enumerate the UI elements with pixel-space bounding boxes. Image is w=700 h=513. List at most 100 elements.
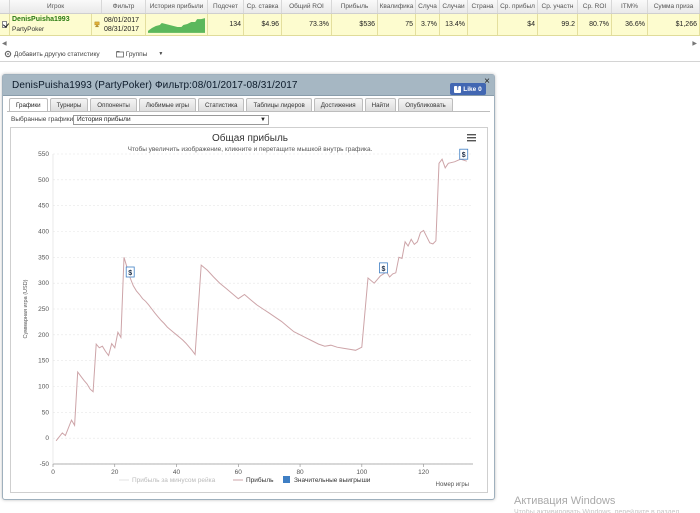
header-player[interactable]: Игрок [10, 0, 102, 13]
date-to: 08/31/2017 [104, 25, 140, 33]
add-stats-label: Добавить другую статистику [14, 50, 100, 58]
header-avg-participants[interactable]: Ср. участн [538, 0, 578, 13]
row-select[interactable] [0, 14, 10, 35]
stats-table: Игрок Фильтр История прибыли Подсчет Ср.… [0, 0, 700, 62]
y-tick-label: 400 [38, 229, 49, 236]
folder-icon [115, 51, 124, 58]
chevron-down-icon: ▼ [260, 117, 266, 123]
tab-opponents[interactable]: Оппоненты [90, 98, 137, 111]
tab-statistics[interactable]: Статистика [197, 98, 245, 111]
header-select [0, 0, 10, 13]
header-profit[interactable]: Прибыль [332, 0, 378, 13]
scroll-right-icon[interactable]: ▶ [692, 40, 697, 47]
y-tick-label: 550 [38, 151, 49, 158]
table-row[interactable]: DenisPuisha1993 PartyPoker 08/01/2017 08… [0, 14, 700, 36]
prize-sum-value: $1,266 [648, 14, 700, 35]
settings-icon [4, 50, 12, 58]
player-extra[interactable] [92, 14, 102, 35]
window-title: DenisPuisha1993 (PartyPoker) Фильтр:08/0… [12, 80, 298, 91]
header-cases1[interactable]: Случа [416, 0, 440, 13]
legend-big-wins-swatch [283, 476, 290, 483]
header-qualif[interactable]: Квалифика [378, 0, 416, 13]
y-tick-label: 200 [38, 332, 49, 339]
groups-label: Группы [125, 50, 148, 58]
scroll-left-icon[interactable]: ◀ [2, 40, 7, 47]
y-tick-label: -50 [40, 461, 50, 468]
header-prize-sum[interactable]: Сумма приза [648, 0, 700, 13]
y-tick-label: 500 [38, 177, 49, 184]
profit-chart[interactable]: Общая прибыль Чтобы увеличить изображение… [10, 127, 488, 493]
tab-achievements[interactable]: Достижения [313, 98, 363, 111]
stats-toolbar: Добавить другую статистику Группы ▼ [0, 48, 179, 60]
x-axis-label: Номер игры [436, 482, 469, 488]
tabs-divider [7, 111, 490, 112]
windows-activation-watermark: Активация Windows [514, 495, 616, 507]
header-avg-roi[interactable]: Ср. ROI [578, 0, 612, 13]
x-tick-label: 40 [173, 469, 181, 476]
window-title-bar[interactable]: DenisPuisha1993 (PartyPoker) Фильтр:08/0… [3, 75, 494, 96]
sparkline-chart [148, 17, 205, 33]
chart-menu-icon-bar [467, 140, 476, 142]
header-cases2[interactable]: Случаи [440, 0, 468, 13]
profit-value: $536 [332, 14, 378, 35]
stats-header-row: Игрок Фильтр История прибыли Подсчет Ср.… [0, 0, 700, 14]
x-tick-label: 80 [296, 469, 304, 476]
y-tick-label: 250 [38, 306, 49, 313]
player-name[interactable]: DenisPuisha1993 [12, 15, 70, 25]
trophy-icon [94, 21, 100, 28]
filter-cell: 08/01/2017 08/31/2017 [102, 14, 146, 35]
checkbox-icon[interactable] [2, 21, 7, 28]
itm-value: 36.6% [612, 14, 648, 35]
tab-favorite-games[interactable]: Любимые игры [138, 98, 196, 111]
player-cell[interactable]: DenisPuisha1993 PartyPoker [10, 14, 92, 35]
header-count[interactable]: Подсчет [208, 0, 244, 13]
count-value: 134 [208, 14, 244, 35]
legend-profit-label: Прибыль [246, 476, 274, 484]
header-country[interactable]: Страна [468, 0, 498, 13]
graphs-select[interactable]: История прибыли ▼ [73, 115, 269, 125]
x-tick-label: 100 [356, 469, 367, 476]
tab-tournaments[interactable]: Турниры [49, 98, 89, 111]
x-tick-label: 0 [51, 469, 55, 476]
x-tick-label: 60 [235, 469, 243, 476]
big-win-marker-label: $ [128, 270, 132, 277]
tab-publish[interactable]: Опубликовать [398, 98, 453, 111]
y-tick-label: 300 [38, 280, 49, 287]
add-stats-button[interactable]: Добавить другую статистику [0, 50, 108, 58]
groups-button[interactable]: Группы ▼ [115, 50, 172, 58]
header-total-roi[interactable]: Общий ROI [282, 0, 332, 13]
profit-history-cell [146, 14, 208, 35]
y-tick-label: 350 [38, 254, 49, 261]
y-tick-label: 0 [45, 435, 49, 442]
player-site: PartyPoker [12, 25, 45, 33]
chart-subtitle: Чтобы увеличить изображение, кликните и … [128, 145, 373, 153]
header-avg-stake[interactable]: Ср. ставка [244, 0, 282, 13]
legend-rake-label: Прибыль за минусом рейка [132, 476, 216, 484]
legend-big-wins-label: Значительные выигрыши [294, 477, 371, 484]
facebook-icon: f [454, 85, 462, 93]
big-win-marker-label: $ [462, 152, 466, 159]
x-tick-label: 20 [111, 469, 119, 476]
header-filter[interactable]: Фильтр [102, 0, 146, 13]
profit-series-line [55, 158, 467, 442]
header-avg-profit[interactable]: Ср. прибыл [498, 0, 538, 13]
y-tick-label: 450 [38, 203, 49, 210]
header-itm[interactable]: ITM% [612, 0, 648, 13]
facebook-like-button[interactable]: f Like 0 [450, 83, 486, 95]
tab-leaderboards[interactable]: Таблицы лидеров [246, 98, 312, 111]
profit-chart-svg[interactable]: Общая прибыльЧтобы увеличить изображение… [11, 128, 489, 494]
avg-roi-value: 80.7% [578, 14, 612, 35]
header-profit-history[interactable]: История прибыли [146, 0, 208, 13]
date-from: 08/01/2017 [104, 16, 140, 24]
y-tick-label: 100 [38, 384, 49, 391]
windows-activation-subtitle: Чтобы активировать Windows, перейдите в … [514, 509, 680, 513]
total-roi-value: 73.3% [282, 14, 332, 35]
tab-graphs[interactable]: Графики [9, 98, 48, 111]
cases2-value: 13.4% [440, 14, 468, 35]
chart-menu-icon-bar [467, 137, 476, 139]
player-report-window: DenisPuisha1993 (PartyPoker) Фильтр:08/0… [2, 74, 495, 500]
avg-stake-value: $4.96 [244, 14, 282, 35]
country-value [468, 14, 498, 35]
qualif-value: 75 [378, 14, 416, 35]
tab-search[interactable]: Найти [364, 98, 397, 111]
